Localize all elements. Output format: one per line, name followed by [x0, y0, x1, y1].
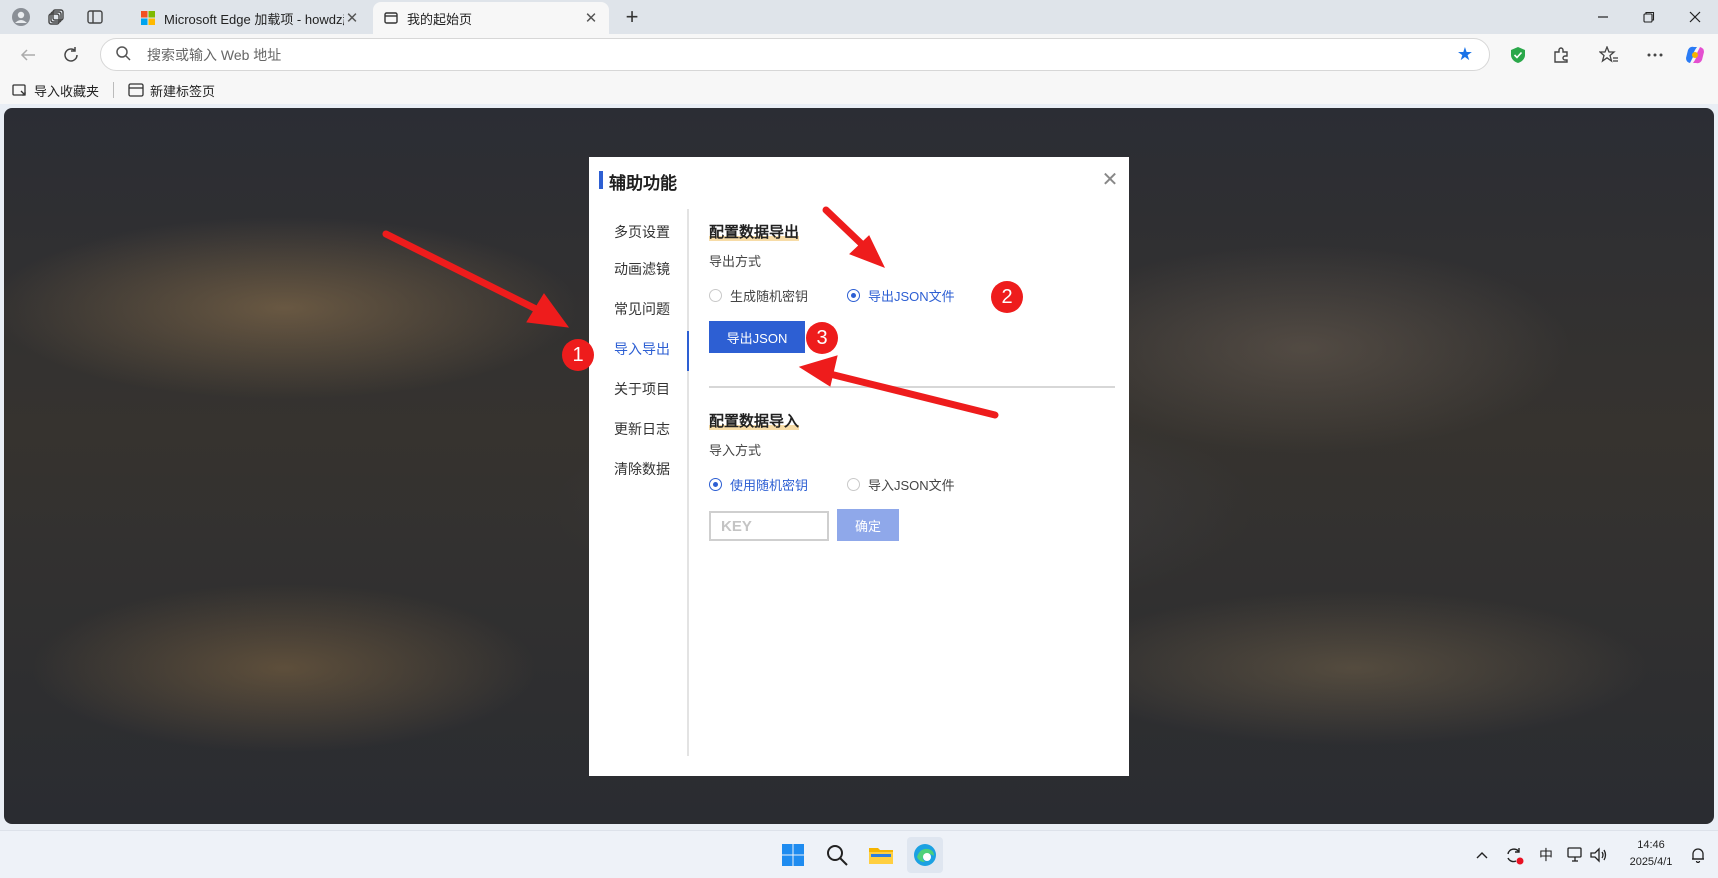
- radio-label: 使用随机密钥: [730, 478, 809, 493]
- windows-start-icon[interactable]: [775, 837, 811, 873]
- taskbar-search-icon[interactable]: [819, 837, 855, 873]
- key-input[interactable]: [709, 511, 829, 541]
- import-favorites-link[interactable]: 导入收藏夹: [4, 81, 107, 100]
- favorites-bar: 导入收藏夹 新建标签页: [0, 76, 1718, 104]
- nav-active-indicator: [687, 331, 689, 371]
- nav-item-clear-data[interactable]: 清除数据: [614, 459, 670, 479]
- tab-actions-icon[interactable]: [82, 5, 108, 29]
- title-accent-bar: [599, 171, 603, 189]
- tab-edge-addons[interactable]: Microsoft Edge 加载项 - howdz起 ✕: [130, 2, 370, 34]
- nav-divider: [687, 209, 689, 756]
- notification-bell-icon[interactable]: [1688, 845, 1708, 865]
- clock-date: 2025/4/1: [1629, 856, 1673, 868]
- new-tab-button[interactable]: +: [619, 4, 645, 30]
- export-option-json-file[interactable]: 导出JSON文件: [847, 286, 955, 305]
- accessibility-dialog: 辅助功能 ✕ 多页设置 动画滤镜 常见问题 导入导出 关于项目 更新日志 清除数…: [589, 157, 1129, 776]
- nav-item-animation[interactable]: 动画滤镜: [614, 259, 670, 279]
- radio-label: 导入JSON文件: [868, 478, 955, 493]
- new-tab-page-icon: [128, 83, 144, 97]
- radio-checked-icon: [847, 289, 860, 302]
- close-icon[interactable]: ✕: [1099, 169, 1121, 191]
- address-input[interactable]: [147, 46, 1453, 63]
- radio-icon: [709, 289, 722, 302]
- tab-title: Microsoft Edge 加载项 - howdz起: [164, 11, 344, 27]
- close-tab-icon[interactable]: ✕: [344, 9, 360, 27]
- import-option-random-key[interactable]: 使用随机密钥: [709, 475, 808, 494]
- back-icon[interactable]: [13, 41, 43, 69]
- tab-strip: Microsoft Edge 加载项 - howdz起 ✕ 我的起始页 ✕ +: [0, 0, 1718, 34]
- more-icon[interactable]: [1640, 41, 1670, 69]
- export-option-random-key[interactable]: 生成随机密钥: [709, 286, 808, 305]
- system-clock[interactable]: 14:46 2025/4/1: [1620, 837, 1682, 871]
- copilot-icon[interactable]: [1680, 41, 1710, 69]
- sync-alert-icon[interactable]: [1502, 845, 1526, 865]
- refresh-icon[interactable]: [56, 41, 86, 69]
- annotation-badge-3: 3: [806, 322, 838, 354]
- network-icon[interactable]: [1565, 845, 1587, 865]
- tab-title: 我的起始页: [407, 11, 473, 27]
- radio-label: 生成随机密钥: [730, 289, 809, 304]
- file-explorer-icon[interactable]: [863, 837, 899, 873]
- restore-button[interactable]: [1626, 0, 1672, 34]
- nav-item-multipage[interactable]: 多页设置: [614, 222, 670, 242]
- favorite-label: 新建标签页: [150, 83, 216, 99]
- import-favorites-icon: [12, 84, 26, 96]
- favorites-divider: [113, 82, 115, 98]
- favorite-star-icon[interactable]: ★: [1453, 44, 1477, 65]
- nav-item-changelog[interactable]: 更新日志: [614, 419, 670, 439]
- volume-icon[interactable]: [1588, 845, 1610, 865]
- clock-time: 14:46: [1637, 839, 1665, 851]
- nav-item-faq[interactable]: 常见问题: [614, 299, 670, 319]
- profile-icon[interactable]: [8, 5, 34, 29]
- annotation-badge-1: 1: [562, 339, 594, 371]
- dialog-title: 辅助功能: [609, 174, 677, 193]
- close-tab-icon[interactable]: ✕: [583, 9, 599, 27]
- export-method-label: 导出方式: [709, 254, 762, 269]
- radio-label: 导出JSON文件: [868, 289, 955, 304]
- section-divider: [709, 386, 1115, 388]
- tab-start-page[interactable]: 我的起始页 ✕: [373, 2, 609, 34]
- nav-item-import-export[interactable]: 导入导出: [614, 339, 670, 359]
- import-section-title: 配置数据导入: [709, 413, 800, 430]
- import-method-label: 导入方式: [709, 443, 762, 458]
- favorite-label: 导入收藏夹: [34, 83, 100, 99]
- radio-checked-icon: [709, 478, 722, 491]
- page-icon: [383, 10, 399, 26]
- edge-taskbar-icon[interactable]: [907, 837, 943, 873]
- close-window-button[interactable]: [1672, 0, 1718, 34]
- export-json-button[interactable]: 导出JSON: [709, 321, 805, 353]
- browser-essentials-icon[interactable]: [1503, 41, 1533, 69]
- show-hidden-icons-icon[interactable]: [1472, 845, 1492, 865]
- search-icon: [115, 45, 135, 64]
- ime-indicator[interactable]: 中: [1535, 845, 1557, 865]
- radio-icon: [847, 478, 860, 491]
- windows-taskbar: 中 14:46 2025/4/1: [0, 830, 1718, 878]
- nav-item-about[interactable]: 关于项目: [614, 379, 670, 399]
- favorites-icon[interactable]: [1594, 41, 1624, 69]
- export-section-title: 配置数据导出: [709, 224, 800, 241]
- minimize-button[interactable]: [1580, 0, 1626, 34]
- microsoft-logo-icon: [140, 10, 156, 26]
- workspaces-icon[interactable]: [44, 5, 70, 29]
- address-bar[interactable]: ★: [100, 38, 1490, 71]
- browser-toolbar: ★: [0, 34, 1718, 76]
- new-tab-page-link[interactable]: 新建标签页: [120, 81, 223, 100]
- confirm-button[interactable]: 确定: [837, 509, 899, 541]
- annotation-badge-2: 2: [991, 281, 1023, 313]
- import-option-json-file[interactable]: 导入JSON文件: [847, 475, 955, 494]
- extensions-icon[interactable]: [1546, 41, 1576, 69]
